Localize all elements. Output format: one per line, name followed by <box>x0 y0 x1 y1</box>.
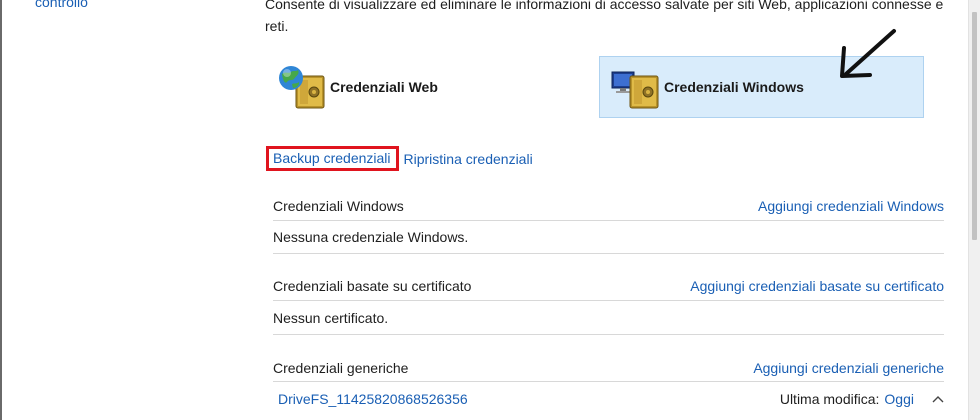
empty-windows-credentials: Nessuna credenziale Windows. <box>273 229 469 245</box>
section-title-generic: Credenziali generiche <box>273 360 409 376</box>
vertical-scrollbar[interactable] <box>968 0 980 420</box>
section-divider <box>273 253 944 254</box>
section-title-windows: Credenziali Windows <box>273 198 404 214</box>
credential-entry-name[interactable]: DriveFS_11425820868526356 <box>278 391 468 407</box>
scrollbar-thumb[interactable] <box>972 12 977 240</box>
sidebar-control-panel-link[interactable]: controllo <box>35 0 88 10</box>
generic-credential-entry[interactable]: DriveFS_11425820868526356 Ultima modific… <box>278 388 944 410</box>
section-divider <box>273 220 944 221</box>
add-certificate-credential-link[interactable]: Aggiungi credenziali basate su certifica… <box>690 278 944 294</box>
credential-actions: Backup credenziali Ripristina credenzial… <box>266 146 533 171</box>
section-header-windows: Credenziali Windows Aggiungi credenziali… <box>273 195 944 217</box>
section-divider <box>273 334 944 335</box>
web-credentials-label: Credenziali Web <box>330 79 438 95</box>
section-divider <box>273 300 944 301</box>
computer-safe-icon <box>611 71 659 109</box>
section-header-certificate: Credenziali basate su certificato Aggiun… <box>273 275 944 297</box>
section-title-certificate: Credenziali basate su certificato <box>273 278 472 294</box>
web-credentials-tile[interactable]: Credenziali Web <box>276 56 576 118</box>
add-generic-credential-link[interactable]: Aggiungi credenziali generiche <box>753 360 944 376</box>
restore-credentials-link[interactable]: Ripristina credenziali <box>404 151 533 167</box>
modified-label: Ultima modifica: <box>779 391 880 407</box>
annotation-arrow-icon <box>840 29 896 78</box>
section-header-generic: Credenziali generiche Aggiungi credenzia… <box>273 357 944 379</box>
windows-credentials-label: Credenziali Windows <box>664 79 804 95</box>
credential-manager-page: controllo Consente di visualizzare ed el… <box>0 0 980 420</box>
empty-certificates: Nessun certificato. <box>273 310 389 326</box>
window-left-edge <box>0 0 2 420</box>
section-divider <box>273 381 944 382</box>
add-windows-credential-link[interactable]: Aggiungi credenziali Windows <box>758 198 944 214</box>
credential-entry-meta: Ultima modifica: Oggi <box>780 391 944 407</box>
modified-value: Oggi <box>884 391 914 407</box>
globe-safe-icon <box>279 66 325 109</box>
backup-credentials-link[interactable]: Backup credenziali <box>266 146 399 171</box>
chevron-up-icon[interactable] <box>932 395 944 403</box>
